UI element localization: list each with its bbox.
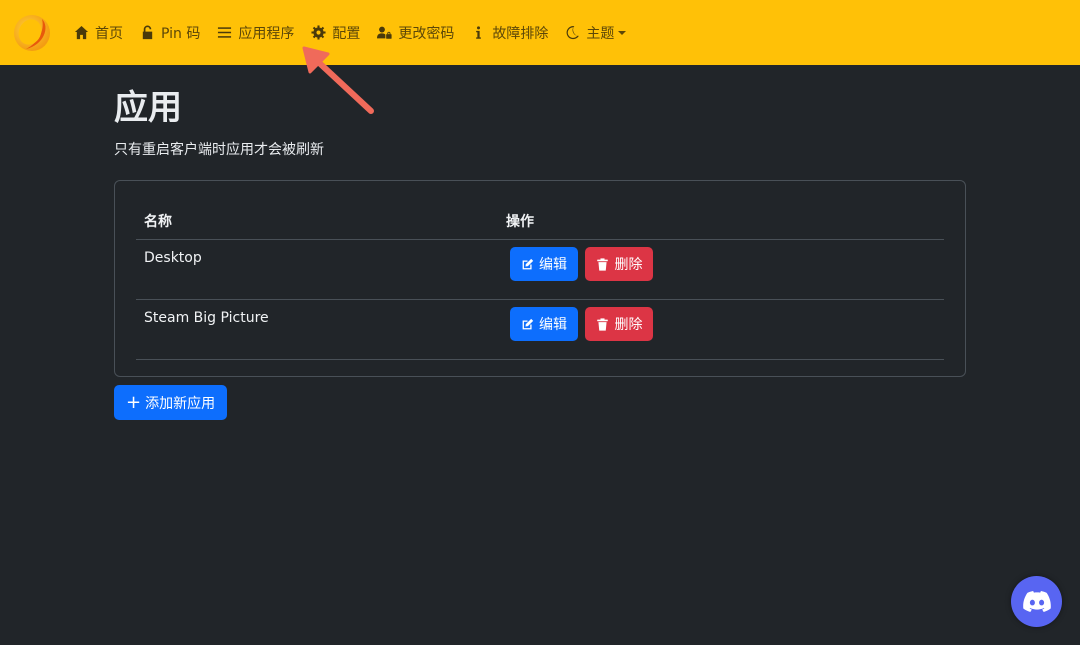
- unlock-icon: [142, 25, 153, 40]
- trash-icon: [597, 317, 609, 331]
- nav-item-applications[interactable]: 应用程序: [217, 23, 294, 43]
- main-content: 应用 只有重启客户端时应用才会被刷新 名称 操作 Desktop 编辑 删除 S…: [114, 86, 966, 420]
- edit-button[interactable]: 编辑: [510, 247, 578, 281]
- nav-item-label: Pin 码: [161, 25, 201, 42]
- app-logo[interactable]: [12, 13, 52, 53]
- apps-table: 名称 操作 Desktop 编辑 删除 Steam Big Picture 编辑…: [136, 203, 944, 360]
- delete-button-label: 删除: [614, 257, 643, 273]
- app-name: Steam Big Picture: [136, 299, 498, 360]
- row-actions: 编辑 删除: [498, 239, 944, 300]
- delete-button[interactable]: 删除: [585, 247, 654, 281]
- page-title: 应用: [114, 88, 182, 128]
- edit-button-label: 编辑: [539, 317, 567, 333]
- plus-icon: +: [126, 391, 142, 413]
- moon-icon: [566, 26, 580, 40]
- table-row: Desktop 编辑 删除: [136, 239, 944, 300]
- delete-button[interactable]: 删除: [585, 307, 654, 341]
- column-header-actions: 操作: [498, 203, 944, 240]
- gear-icon: [311, 25, 326, 40]
- page-subtitle: 只有重启客户端时应用才会被刷新: [114, 142, 324, 158]
- home-icon: [74, 25, 89, 40]
- table-row: Steam Big Picture 编辑 删除: [136, 299, 944, 360]
- discord-button[interactable]: [1011, 576, 1062, 627]
- table-header-row: 名称 操作: [136, 203, 944, 240]
- edit-button-label: 编辑: [539, 257, 567, 273]
- edit-button[interactable]: 编辑: [510, 307, 578, 341]
- row-actions: 编辑 删除: [498, 299, 944, 360]
- user-lock-icon: [377, 26, 392, 39]
- nav-item-change-password[interactable]: 更改密码: [377, 23, 454, 43]
- chevron-down-icon: [618, 30, 627, 35]
- app-name: Desktop: [136, 239, 498, 300]
- nav-item-theme[interactable]: 主题: [565, 23, 627, 43]
- nav-item-label: 故障排除: [492, 25, 549, 42]
- edit-icon: [522, 318, 534, 329]
- discord-icon: [1022, 590, 1051, 612]
- nav-item-home[interactable]: 首页: [74, 23, 123, 43]
- nav-item-config[interactable]: 配置: [311, 23, 360, 43]
- nav-menu: 首页 Pin 码 应用程序 配置 更改密码 故障排除 主题: [74, 23, 643, 43]
- nav-item-label: 主题: [586, 25, 615, 42]
- delete-button-label: 删除: [614, 317, 643, 333]
- top-navbar: 首页 Pin 码 应用程序 配置 更改密码 故障排除 主题: [0, 0, 1080, 65]
- info-icon: [476, 26, 482, 39]
- nav-item-label: 配置: [332, 25, 361, 42]
- add-app-button[interactable]: + 添加新应用: [114, 385, 228, 420]
- nav-item-pin[interactable]: Pin 码: [140, 23, 200, 43]
- trash-icon: [597, 257, 609, 271]
- column-header-name: 名称: [136, 203, 498, 240]
- nav-item-label: 首页: [95, 25, 123, 42]
- edit-icon: [522, 258, 534, 269]
- add-app-button-label: 添加新应用: [145, 395, 216, 412]
- nav-item-label: 应用程序: [238, 25, 295, 42]
- nav-item-troubleshooting[interactable]: 故障排除: [471, 23, 548, 43]
- list-icon: [218, 27, 232, 38]
- nav-item-label: 更改密码: [398, 25, 455, 42]
- apps-card: 名称 操作 Desktop 编辑 删除 Steam Big Picture 编辑…: [114, 180, 966, 377]
